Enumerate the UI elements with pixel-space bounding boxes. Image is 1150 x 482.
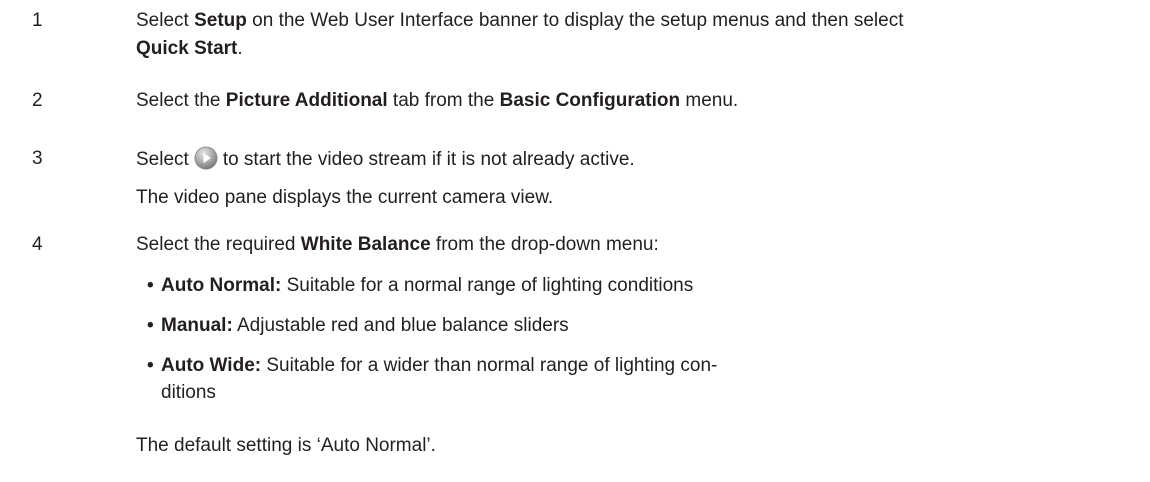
option-manual-desc: Adjustable red and blue balance sliders	[232, 315, 569, 336]
option-auto-normal: • Auto Normal: Suitable for a normal rang…	[147, 273, 693, 299]
option-manual-label: Manual:	[161, 315, 233, 336]
option-manual: • Manual: Adjustable red and blue balance…	[147, 313, 569, 339]
step-1-text-line-1: Select Setup on the Web User Interface b…	[136, 8, 903, 34]
step-2-post: menu.	[680, 90, 739, 111]
bullet-marker: •	[147, 275, 154, 296]
bullet-marker: •	[147, 315, 154, 336]
option-auto-normal-label: Auto Normal:	[161, 275, 282, 296]
step-2-mid: tab from the	[387, 90, 500, 111]
step-2-text: Select the Picture Additional tab from t…	[136, 88, 738, 114]
step-1-quick-start-label: Quick Start	[136, 38, 238, 59]
step-3-number: 3	[32, 148, 43, 169]
step-1-number: 1	[32, 10, 43, 31]
option-auto-normal-desc: Suitable for a normal range of lighting …	[281, 275, 694, 296]
step-3-text: Select to start the video stream if it i…	[136, 146, 635, 173]
step-2-picture-additional-label: Picture Additional	[225, 90, 388, 111]
step-1-setup-label: Setup	[194, 10, 247, 31]
step-1-pre: Select	[136, 10, 195, 31]
play-icon	[194, 146, 218, 170]
step-1-mid: on the Web User Interface banner to disp…	[246, 10, 904, 31]
option-auto-wide: • Auto Wide: Suitable for a wider than no…	[147, 353, 717, 379]
step-4-post: from the drop-down menu:	[430, 234, 659, 255]
step-4-pre: Select the required	[136, 234, 301, 255]
step-4-note: The default setting is ‘Auto Normal’.	[136, 435, 436, 456]
step-3-note: The video pane displays the current came…	[136, 187, 554, 208]
step-2-pre: Select the	[136, 90, 226, 111]
bullet-marker: •	[147, 355, 154, 376]
step-4-number: 4	[32, 234, 43, 255]
step-3-pre: Select	[136, 149, 189, 170]
step-3-post: to start the video stream if it is not a…	[222, 149, 635, 170]
step-4-text: Select the required White Balance from t…	[136, 232, 659, 258]
option-auto-wide-desc-line-2: ditions	[161, 382, 216, 403]
step-2-basic-configuration-label: Basic Configuration	[499, 90, 681, 111]
step-2-number: 2	[32, 90, 43, 111]
step-1-post: .	[237, 38, 243, 59]
step-1-text-line-2: Quick Start.	[136, 36, 243, 62]
option-auto-wide-desc: Suitable for a wider than normal range o…	[261, 355, 718, 376]
option-auto-wide-label: Auto Wide:	[161, 355, 262, 376]
step-4-white-balance-label: White Balance	[300, 234, 431, 255]
